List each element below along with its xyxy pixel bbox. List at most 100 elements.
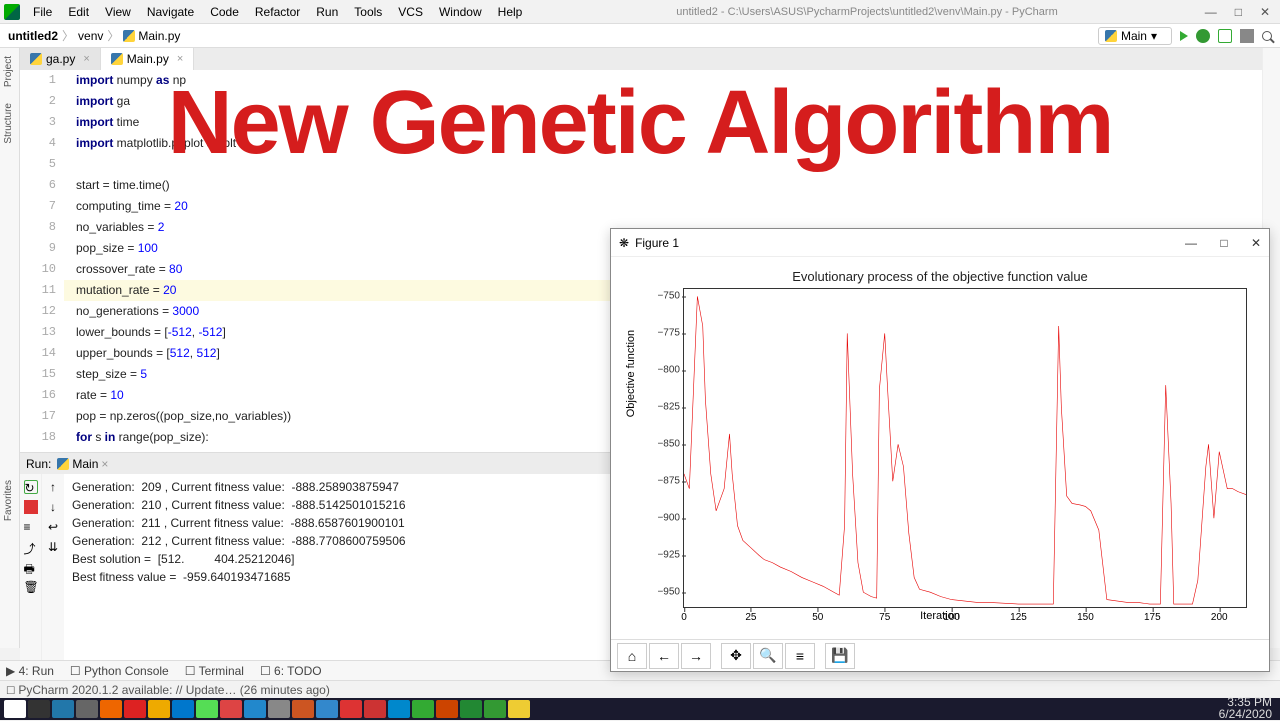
up-icon[interactable]: ↑ (50, 480, 56, 494)
breadcrumb-project[interactable]: untitled2 (8, 29, 58, 43)
run-coverage-icon[interactable] (1218, 29, 1232, 43)
zoom-icon[interactable]: 🔍 (753, 643, 783, 669)
console-controls: ↻ ≡ ⤴ 🖶 🗑 (20, 474, 42, 660)
tool-tab[interactable]: ☐ Terminal (185, 664, 244, 678)
close-icon[interactable]: ✕ (1251, 236, 1261, 250)
rerun-icon[interactable]: ↻ (24, 480, 38, 494)
run-toolbar: Main ▾ (1098, 27, 1272, 45)
menu-vcs[interactable]: VCS (391, 2, 430, 22)
scroll-icon[interactable]: ⇊ (48, 540, 58, 554)
editor-tab[interactable]: ga.py× (20, 48, 101, 70)
menu-navigate[interactable]: Navigate (140, 2, 201, 22)
back-icon[interactable]: ← (649, 643, 679, 669)
figure-titlebar: ❋ Figure 1 — □ ✕ (611, 229, 1269, 257)
menu-edit[interactable]: Edit (61, 2, 96, 22)
python-file-icon (111, 53, 123, 65)
window-controls: — □ ✕ (1205, 5, 1276, 19)
taskbar-icon[interactable] (340, 700, 362, 718)
close-tab-icon[interactable]: × (177, 53, 183, 65)
menu-window[interactable]: Window (432, 2, 489, 22)
run-icon[interactable] (1180, 31, 1188, 41)
taskbar-icon[interactable] (316, 700, 338, 718)
down-icon[interactable]: ↓ (50, 500, 56, 514)
taskbar-icon[interactable] (268, 700, 290, 718)
navigation-bar: untitled2 〉 venv 〉 Main.py Main ▾ (0, 24, 1280, 48)
tool-tab[interactable]: ▶ 4: Run (6, 664, 54, 678)
plot-canvas: Evolutionary process of the objective fu… (611, 257, 1269, 639)
breadcrumb-file[interactable]: Main.py (123, 29, 180, 43)
exit-icon[interactable]: ⤴ (24, 540, 38, 554)
taskbar-icon[interactable] (412, 700, 434, 718)
run-config-selector[interactable]: Main ▾ (1098, 27, 1172, 45)
taskbar-icon[interactable] (292, 700, 314, 718)
maximize-icon[interactable]: □ (1220, 236, 1227, 250)
taskbar-icon[interactable] (460, 700, 482, 718)
figure-toolbar: ⌂ ← → ✥ 🔍 ≡ 💾 (611, 639, 1269, 671)
windows-taskbar: 3:35 PM6/24/2020 (0, 698, 1280, 720)
python-file-icon (57, 458, 69, 470)
run-config-name[interactable]: Main × (57, 457, 108, 471)
minimize-icon[interactable]: — (1205, 5, 1217, 19)
taskbar-icon[interactable] (100, 700, 122, 718)
taskbar-icon[interactable] (28, 700, 50, 718)
titlebar: FileEditViewNavigateCodeRefactorRunTools… (0, 0, 1280, 24)
chart-line (684, 289, 1246, 607)
editor-tab[interactable]: Main.py× (101, 48, 194, 70)
menu-view[interactable]: View (98, 2, 138, 22)
taskbar-icon[interactable] (124, 700, 146, 718)
line-gutter: 123456789101112131415161718 (20, 70, 64, 452)
menu-run[interactable]: Run (309, 2, 345, 22)
taskbar-icon[interactable] (172, 700, 194, 718)
taskbar-icon[interactable] (508, 700, 530, 718)
figure-title: Figure 1 (635, 236, 679, 250)
menu-help[interactable]: Help (491, 2, 530, 22)
wrap-icon[interactable]: ↩ (48, 520, 58, 534)
taskbar-icon[interactable] (388, 700, 410, 718)
taskbar-icon[interactable] (436, 700, 458, 718)
favorites-tool-tab[interactable]: Favorites (0, 472, 17, 529)
taskbar-icon[interactable] (196, 700, 218, 718)
matplotlib-figure-window[interactable]: ❋ Figure 1 — □ ✕ Evolutionary process of … (610, 228, 1270, 672)
minimize-icon[interactable]: — (1185, 236, 1197, 250)
stop-icon[interactable] (24, 500, 38, 514)
y-axis-label: Objective function (625, 330, 637, 417)
taskbar-icon[interactable] (148, 700, 170, 718)
taskbar-icon[interactable] (484, 700, 506, 718)
taskbar-icon[interactable] (4, 700, 26, 718)
home-icon[interactable]: ⌂ (617, 643, 647, 669)
tool-tab[interactable]: ☐ Python Console (70, 664, 169, 678)
run-label: Run: (26, 457, 51, 471)
project-tool-tab[interactable]: Project (0, 48, 17, 95)
search-icon[interactable] (1262, 31, 1272, 41)
delete-icon[interactable]: 🗑 (24, 580, 38, 594)
menu-refactor[interactable]: Refactor (248, 2, 307, 22)
menu-tools[interactable]: Tools (347, 2, 389, 22)
tool-tab[interactable]: ☐ 6: TODO (260, 664, 322, 678)
main-menu: FileEditViewNavigateCodeRefactorRunTools… (26, 2, 529, 22)
structure-tool-tab[interactable]: Structure (0, 95, 17, 152)
config-icon[interactable]: ≡ (785, 643, 815, 669)
stop-icon[interactable] (1240, 29, 1254, 43)
menu-file[interactable]: File (26, 2, 59, 22)
close-tab-icon[interactable]: × (83, 53, 89, 65)
figure-icon: ❋ (619, 236, 629, 250)
taskbar-icon[interactable] (364, 700, 386, 718)
taskbar-icon[interactable] (244, 700, 266, 718)
taskbar-icon[interactable] (76, 700, 98, 718)
close-icon[interactable]: ✕ (1260, 5, 1270, 19)
print-icon[interactable]: 🖶 (24, 560, 38, 574)
editor-tabs: ga.py× Main.py× (20, 48, 1262, 70)
pan-icon[interactable]: ✥ (721, 643, 751, 669)
breadcrumb-folder[interactable]: venv (78, 29, 103, 43)
console-nav: ↑ ↓ ↩ ⇊ (42, 474, 64, 660)
taskbar-icon[interactable] (52, 700, 74, 718)
pycharm-logo-icon (4, 4, 20, 20)
system-tray[interactable]: 3:35 PM6/24/2020 (1219, 697, 1276, 721)
forward-icon[interactable]: → (681, 643, 711, 669)
menu-code[interactable]: Code (203, 2, 246, 22)
taskbar-icon[interactable] (220, 700, 242, 718)
maximize-icon[interactable]: □ (1235, 5, 1242, 19)
debug-icon[interactable] (1196, 29, 1210, 43)
save-icon[interactable]: 💾 (825, 643, 855, 669)
pause-icon[interactable]: ≡ (24, 520, 38, 534)
